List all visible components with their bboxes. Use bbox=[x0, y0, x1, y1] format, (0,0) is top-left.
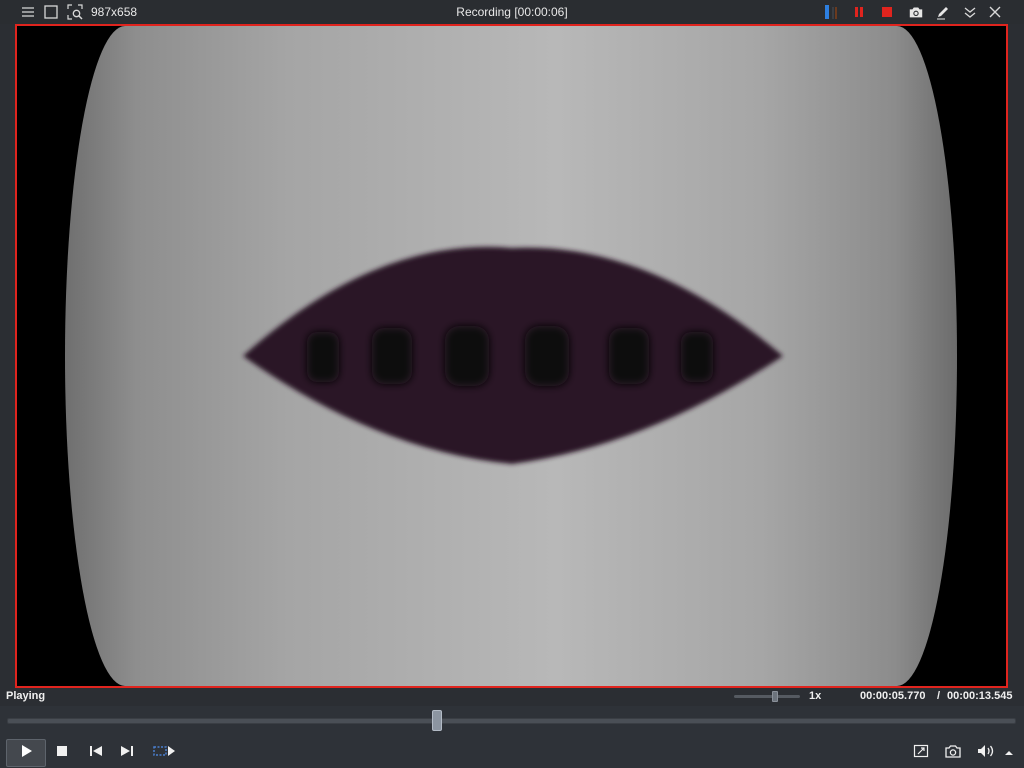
menu-icon[interactable] bbox=[20, 4, 36, 20]
previous-frame-icon bbox=[89, 744, 103, 763]
seek-track[interactable] bbox=[7, 718, 1016, 724]
stop-icon[interactable] bbox=[879, 4, 895, 20]
collapse-icon[interactable] bbox=[962, 4, 978, 20]
capture-size-label: 987x658 bbox=[91, 5, 138, 19]
close-icon[interactable] bbox=[987, 4, 1003, 20]
next-frame-button[interactable] bbox=[117, 739, 137, 767]
snapshot-button[interactable] bbox=[942, 739, 964, 767]
seek-bar-area bbox=[0, 706, 1024, 736]
fit-window-icon bbox=[913, 743, 929, 764]
play-icon bbox=[18, 743, 34, 764]
previous-frame-button[interactable] bbox=[86, 739, 106, 767]
next-frame-icon bbox=[120, 744, 134, 763]
loop-icon bbox=[152, 744, 176, 763]
capture-region-frame[interactable] bbox=[15, 24, 1008, 688]
zoom-region-icon[interactable] bbox=[67, 4, 83, 20]
total-time: 00:00:13.545 bbox=[947, 690, 1013, 702]
stop-icon bbox=[56, 744, 68, 762]
playback-status-bar: Playing 1x 00:00:05.770 / 00:00:13.545 bbox=[0, 688, 1024, 706]
play-button[interactable] bbox=[6, 739, 46, 767]
loop-button[interactable] bbox=[150, 739, 178, 767]
snapshot-icon bbox=[944, 743, 962, 764]
pause-icon[interactable] bbox=[851, 4, 867, 20]
pen-icon[interactable] bbox=[935, 4, 951, 20]
stop-button[interactable] bbox=[52, 739, 72, 767]
volume-expand-button[interactable] bbox=[1002, 739, 1016, 767]
time-separator: / bbox=[937, 690, 941, 702]
volume-button[interactable] bbox=[975, 739, 997, 767]
speed-slider[interactable] bbox=[734, 695, 800, 698]
level-meter-icon bbox=[822, 4, 838, 20]
current-time: 00:00:05.770 bbox=[860, 690, 926, 702]
expand-up-icon bbox=[1004, 744, 1014, 762]
seek-thumb[interactable] bbox=[431, 710, 442, 731]
video-frame bbox=[17, 26, 1006, 686]
speed-slider-thumb[interactable] bbox=[771, 691, 778, 702]
recorder-toolbar: 987x658 Recording [00:00:06] bbox=[0, 0, 1024, 24]
lens-shape-graphic bbox=[243, 246, 783, 464]
playback-state-label: Playing bbox=[6, 690, 46, 702]
fit-window-button[interactable] bbox=[910, 739, 932, 767]
camera-icon[interactable] bbox=[908, 4, 924, 20]
volume-icon bbox=[976, 743, 996, 764]
playback-controls bbox=[0, 736, 1024, 768]
speed-label: 1x bbox=[809, 690, 822, 702]
region-select-icon[interactable] bbox=[43, 4, 59, 20]
recording-title: Recording [00:00:06] bbox=[456, 5, 568, 19]
